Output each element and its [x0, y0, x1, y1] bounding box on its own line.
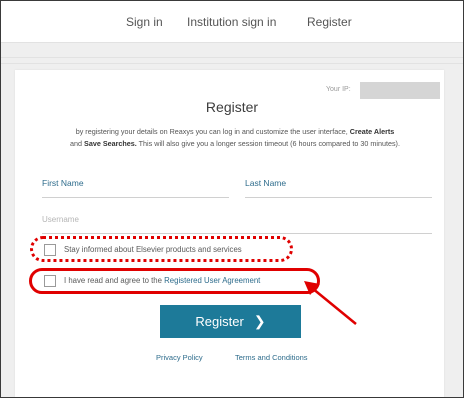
register-description: by registering your details on Reaxys yo…: [38, 126, 432, 150]
first-name-field[interactable]: First Name: [42, 178, 84, 188]
nav-divider: [1, 42, 463, 43]
description-and: and: [70, 139, 83, 148]
ip-redacted-box: [360, 82, 440, 99]
top-nav: Sign in Institution sign in Register: [1, 1, 463, 43]
nav-sign-in[interactable]: Sign in: [126, 15, 163, 29]
username-field[interactable]: Username: [42, 215, 79, 224]
description-suffix: This will also give you a longer session…: [138, 139, 400, 148]
arrow-annotation-icon: [304, 281, 357, 325]
privacy-policy-link[interactable]: Privacy Policy: [156, 353, 203, 362]
nav-register[interactable]: Register: [307, 15, 352, 29]
description-prefix: by registering your details on Reaxys yo…: [75, 127, 348, 136]
ip-label: Your IP:: [326, 86, 351, 93]
solid-highlight-ring: [29, 268, 320, 294]
register-button-label: Register: [195, 314, 244, 329]
last-name-underline: [245, 197, 432, 198]
first-name-underline: [42, 197, 229, 198]
bg-stripe: [1, 57, 463, 58]
register-button[interactable]: Register ❯: [160, 305, 301, 338]
create-alerts-text: Create Alerts: [349, 127, 395, 136]
last-name-field[interactable]: Last Name: [245, 178, 286, 188]
username-underline: [42, 233, 432, 234]
terms-conditions-link[interactable]: Terms and Conditions: [235, 353, 308, 362]
dotted-highlight-ring: [30, 236, 293, 262]
nav-institution-sign-in[interactable]: Institution sign in: [187, 15, 276, 29]
chevron-right-icon: ❯: [253, 313, 266, 329]
page-title: Register: [205, 99, 259, 115]
bg-stripe: [1, 63, 463, 64]
save-searches-text: Save Searches.: [84, 139, 137, 148]
